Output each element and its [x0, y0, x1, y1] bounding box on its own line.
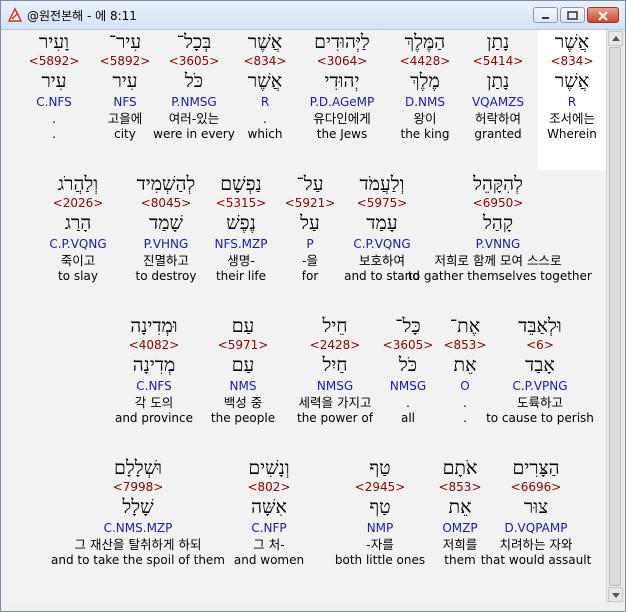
scroll-down-button[interactable] [608, 587, 623, 602]
lemma-word: שָׁלָל [122, 496, 154, 518]
title-bar[interactable]: @원전본해 - 에 8:11 [1, 1, 625, 30]
lemma-word: הָרַג [64, 212, 92, 234]
minimize-button[interactable] [533, 7, 558, 23]
lemma-word: עִיר [41, 70, 67, 92]
vertical-scrollbar[interactable] [606, 30, 624, 603]
english-gloss: . [52, 127, 56, 141]
korean-gloss: 그 재산을 탈취하게 하되 [74, 537, 202, 552]
korean-gloss: . [52, 111, 56, 126]
maximize-button[interactable] [560, 7, 585, 23]
arrow-up-icon [612, 36, 620, 41]
hebrew-word: וּשְׁלָלָם [114, 457, 162, 479]
app-icon [7, 7, 23, 22]
close-icon [598, 11, 608, 21]
interlinear-panel: אֲשֶׁר <834> אֲשֶׁר R 조서에는 Wherein נָתַן <5414>… [8, 30, 606, 603]
english-gloss: and to take the spoil of them [51, 553, 225, 567]
strong-number: <4082> [128, 338, 180, 352]
korean-gloss: 죽이고 [60, 253, 96, 268]
word-block[interactable]: וָעִיר <5892> עִיר C.NFS.. [0, 30, 144, 142]
arrow-down-icon [612, 593, 620, 598]
close-button[interactable] [587, 7, 619, 23]
maximize-icon [567, 11, 578, 20]
strong-number: <2026> [52, 196, 104, 210]
english-gloss: and province [114, 411, 194, 425]
strong-number: <5892> [28, 54, 80, 68]
word-block[interactable]: וּשְׁלָלָם <7998> שָׁלָל C.NMS.MZP 그 재산을 탈취하… [48, 456, 228, 568]
hebrew-word: וּמְדִינָה [130, 315, 178, 337]
strong-number: <7998> [112, 480, 164, 494]
morphology-code: C.P.VQNG [49, 237, 107, 251]
morphology-code: C.NMS.MZP [103, 521, 173, 535]
minimize-icon [542, 17, 549, 19]
morphology-code: C.NFS [136, 379, 172, 393]
hebrew-word: וְלַהֲרֹג [57, 173, 99, 195]
app-window: @원전본해 - 에 8:11 אֲשֶׁר <834> אֲשֶׁר R 조서에는 Whe… [0, 0, 626, 612]
lemma-word: מְדִינָה [132, 354, 176, 376]
word-block[interactable]: וְלַהֲרֹג <2026> הָרַג C.P.VQNG 죽이고 to slay [0, 172, 168, 284]
english-gloss: to slay [58, 269, 98, 283]
window-title: @원전본해 - 에 8:11 [27, 9, 137, 23]
scroll-up-button[interactable] [608, 31, 623, 46]
hebrew-word: וָעִיר [39, 31, 69, 53]
word-block[interactable]: וּמְדִינָה <4082> מְדִינָה C.NFS 각 도의 and pro… [64, 314, 244, 426]
morphology-code: C.NFS [36, 95, 72, 109]
scroll-thumb[interactable] [609, 47, 621, 586]
korean-gloss: 각 도의 [134, 395, 174, 410]
